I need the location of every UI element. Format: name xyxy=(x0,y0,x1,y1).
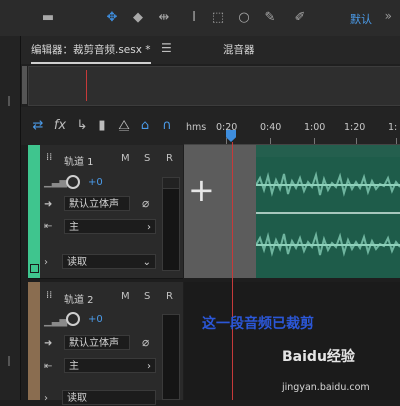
panel-menu-icon[interactable]: ☰ xyxy=(161,41,172,55)
waveform-tool-icon[interactable]: ▬ xyxy=(40,10,56,26)
track-1-volume-value[interactable]: +0 xyxy=(88,177,103,188)
chevron-right-icon: › xyxy=(147,222,151,233)
monitor-icon[interactable]: ⌂ xyxy=(136,117,154,135)
phase-invert-icon[interactable]: ⌀ xyxy=(142,196,149,210)
track-1-input-label: 默认立体声 xyxy=(69,199,119,210)
time-ruler[interactable]: hms 0:20 0:40 1:00 1:20 1: xyxy=(184,118,400,145)
session-overview[interactable] xyxy=(28,66,400,106)
level-icon: ▁▃▅ xyxy=(44,177,68,188)
track-2-input-select[interactable]: 默认立体声 xyxy=(64,335,130,350)
ruler-tick xyxy=(396,138,397,144)
track-2-input-label: 默认立体声 xyxy=(69,338,119,349)
watermark-brand: Baidu经验 xyxy=(282,349,355,365)
metronome-icon[interactable]: ⧋ xyxy=(115,117,133,135)
tab-editor[interactable]: 编辑器：裁剪音频.sesx * xyxy=(31,42,151,64)
workspace-label[interactable]: 默认 xyxy=(350,11,372,27)
waveform-channel-right xyxy=(256,231,400,257)
ruler-tick xyxy=(226,138,227,144)
expand-icon[interactable]: › xyxy=(44,257,48,268)
input-arrow-icon: ➜ xyxy=(44,199,53,210)
panel-divider xyxy=(8,356,10,366)
marquee-tool-icon[interactable]: ⬚ xyxy=(210,10,226,26)
chevron-right-icon: › xyxy=(147,361,151,372)
track-1-meter-peak xyxy=(162,177,180,189)
plus-icon: + xyxy=(188,171,215,209)
more-arrow-icon[interactable]: » xyxy=(385,9,392,23)
track-2-solo-button[interactable]: S xyxy=(144,291,150,302)
overview-playhead xyxy=(86,70,87,101)
watermark-url: jingyan.baidu.com xyxy=(282,382,370,393)
track-1-mute-button[interactable]: M xyxy=(121,153,130,164)
track-1-input-select[interactable]: 默认立体声 xyxy=(64,196,130,211)
output-arrow-icon: ⇤ xyxy=(44,361,53,372)
track-2-mute-button[interactable]: M xyxy=(121,291,130,302)
spot-healing-tool-icon[interactable]: ✐ xyxy=(292,10,308,26)
phase-invert-icon[interactable]: ⌀ xyxy=(142,335,149,349)
top-toolbar: ▬ ✥ ◆ ⇹ I ⬚ ○ ✎ ✐ 默认 » xyxy=(0,0,400,37)
razor-tool-icon[interactable]: ◆ xyxy=(130,10,146,26)
track-2-level-meter xyxy=(162,314,180,400)
track-2-name[interactable]: 轨道 2 xyxy=(64,291,94,306)
lasso-tool-icon[interactable]: ○ xyxy=(236,10,252,26)
ruler-label: 0:40 xyxy=(260,122,282,133)
input-output-icon[interactable]: ⇄ xyxy=(29,117,47,135)
output-arrow-icon: ⇤ xyxy=(44,221,53,232)
chevron-down-icon: ⌄ xyxy=(142,257,151,268)
playhead-line xyxy=(232,142,233,400)
track-2-output-select[interactable]: 主 › xyxy=(64,358,156,373)
track-1-level-meter xyxy=(162,177,180,271)
editor-tab-bar: 编辑器：裁剪音频.sesx * ☰ 混音器 xyxy=(21,36,400,64)
track-1-output-select[interactable]: 主 › xyxy=(64,219,156,234)
headphones-icon[interactable]: ∩ xyxy=(158,117,176,135)
sends-icon[interactable]: ↳ xyxy=(73,117,91,135)
track-1-automation-label: 读取 xyxy=(67,257,87,268)
expand-icon[interactable]: › xyxy=(44,393,48,404)
track-1-output-label: 主 xyxy=(69,222,79,233)
annotation-text: 这一段音频已裁剪 xyxy=(202,316,314,332)
ruler-label: hms xyxy=(186,122,207,133)
track-2-automation-label: 读取 xyxy=(67,393,87,404)
track-1-automation-select[interactable]: 读取 ⌄ xyxy=(62,254,156,269)
i-beam-tool-icon[interactable]: I xyxy=(186,10,202,26)
track-2-automation-select[interactable]: 读取 xyxy=(62,390,156,405)
effects-icon[interactable]: fx xyxy=(51,117,69,135)
overview-handle[interactable] xyxy=(22,66,27,104)
eq-icon[interactable]: ▮ xyxy=(93,117,111,135)
ruler-label: 1:20 xyxy=(344,122,366,133)
trimmed-region[interactable] xyxy=(184,145,256,278)
track-1-record-button[interactable]: R xyxy=(166,153,173,164)
waveform-channel-left xyxy=(256,171,400,197)
track-2-volume-knob[interactable] xyxy=(66,312,80,326)
ruler-label: 1:00 xyxy=(304,122,326,133)
channel-divider xyxy=(256,212,400,214)
move-tool-icon[interactable]: ✥ xyxy=(104,10,120,26)
track-2-color-bar xyxy=(28,282,40,400)
track-1-color-bar xyxy=(28,145,40,278)
track-1-solo-button[interactable]: S xyxy=(144,153,150,164)
drag-handle-icon[interactable]: ⁞⁞ xyxy=(46,290,52,301)
ruler-tick xyxy=(270,138,271,144)
tab-mixer[interactable]: 混音器 xyxy=(223,42,255,57)
left-panel-strip xyxy=(0,36,21,400)
ruler-tick xyxy=(314,138,315,144)
track-1-color-swatch[interactable] xyxy=(30,264,39,273)
track-1-name[interactable]: 轨道 1 xyxy=(64,153,94,168)
track-2-record-button[interactable]: R xyxy=(166,291,173,302)
time-selection-tool-icon[interactable]: ⇹ xyxy=(156,10,172,26)
audio-clip-header[interactable] xyxy=(256,145,400,157)
brush-tool-icon[interactable]: ✎ xyxy=(262,10,278,26)
track-1-volume-knob[interactable] xyxy=(66,175,80,189)
level-icon: ▁▃▅ xyxy=(44,316,68,327)
drag-handle-icon[interactable]: ⁞⁞ xyxy=(46,152,52,163)
ruler-tick xyxy=(356,138,357,144)
panel-divider xyxy=(8,96,10,106)
track-2-output-label: 主 xyxy=(69,361,79,372)
track-2-volume-value[interactable]: +0 xyxy=(88,314,103,325)
input-arrow-icon: ➜ xyxy=(44,338,53,349)
ruler-label: 1: xyxy=(388,122,398,133)
